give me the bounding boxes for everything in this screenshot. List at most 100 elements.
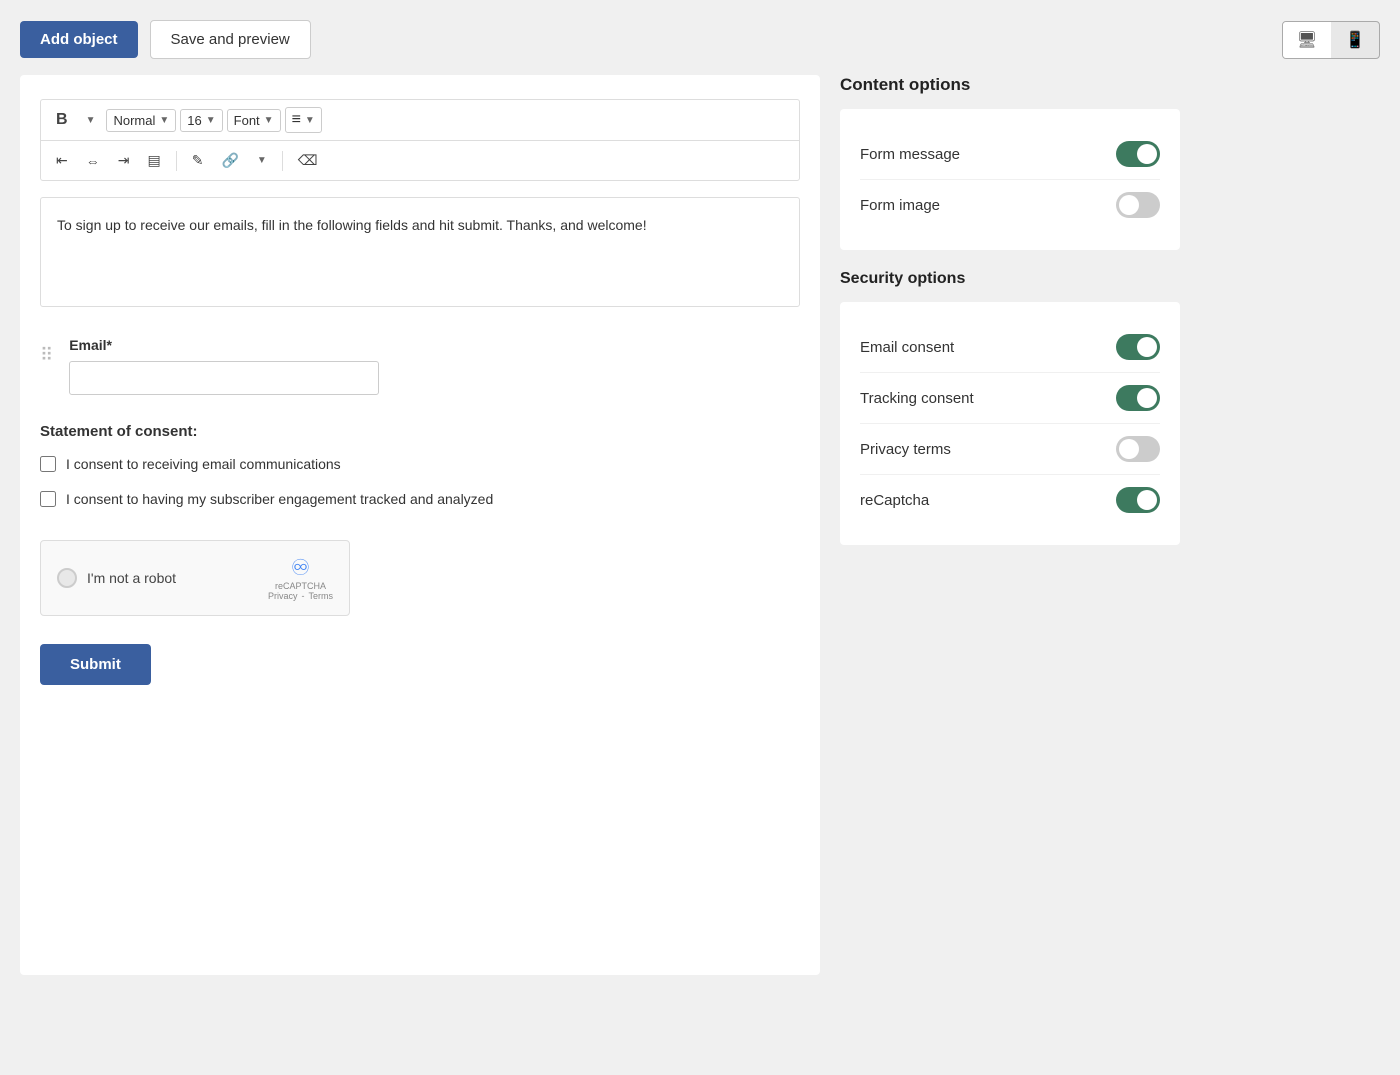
consent-label-1: I consent to receiving email communicati… bbox=[66, 454, 341, 475]
email-consent-toggle[interactable] bbox=[1116, 334, 1160, 360]
consent-label-2: I consent to having my subscriber engage… bbox=[66, 489, 493, 510]
consent-section: Statement of consent: I consent to recei… bbox=[40, 423, 800, 510]
align-justify-icon: ▤ bbox=[147, 152, 160, 169]
erase-format-button[interactable]: ⌫ bbox=[291, 147, 325, 174]
rte-separator-1 bbox=[176, 151, 177, 171]
submit-button[interactable]: Submit bbox=[40, 644, 151, 685]
recaptcha-brand-label: reCAPTCHA bbox=[268, 581, 333, 591]
align-center-icon: ⇔ bbox=[86, 153, 100, 169]
size-chevron-icon: ▼ bbox=[206, 115, 216, 126]
align-left-button[interactable]: ⇤ bbox=[49, 147, 75, 174]
main-layout: B ▼ Normal ▼ 16 ▼ Font ▼ bbox=[20, 75, 1380, 975]
form-image-toggle[interactable] bbox=[1116, 192, 1160, 218]
email-field-label: Email* bbox=[69, 337, 800, 353]
recaptcha-separator: - bbox=[302, 591, 305, 601]
recaptcha-slider bbox=[1116, 487, 1160, 513]
style-chevron-icon: ▼ bbox=[159, 115, 169, 126]
align-center-button[interactable]: ⇔ bbox=[79, 148, 107, 174]
recaptcha-option-label: reCaptcha bbox=[860, 492, 929, 509]
style-select-value: Normal bbox=[113, 113, 155, 128]
bold-dropdown-icon: ▼ bbox=[86, 115, 96, 126]
content-options-card: Form message Form image bbox=[840, 109, 1180, 250]
email-input[interactable] bbox=[69, 361, 379, 395]
content-options-title: Content options bbox=[840, 75, 1180, 95]
save-preview-button[interactable]: Save and preview bbox=[150, 20, 311, 59]
bold-dropdown-button[interactable]: ▼ bbox=[79, 110, 103, 131]
color-picker-button[interactable]: ✎ bbox=[185, 147, 211, 174]
email-consent-slider bbox=[1116, 334, 1160, 360]
drag-handle[interactable]: ⠿ bbox=[40, 345, 55, 366]
list-select[interactable]: ≡ ▼ bbox=[285, 107, 322, 133]
email-field-section: ⠿ Email* bbox=[40, 337, 800, 395]
form-image-label: Form image bbox=[860, 197, 940, 214]
recaptcha-row: reCaptcha bbox=[860, 475, 1160, 525]
recaptcha-left: I'm not a robot bbox=[57, 568, 176, 588]
color-picker-icon: ✎ bbox=[192, 152, 204, 169]
form-image-row: Form image bbox=[860, 180, 1160, 230]
desktop-view-button[interactable]: 🖥 bbox=[1283, 22, 1331, 58]
form-message-slider bbox=[1116, 141, 1160, 167]
font-select[interactable]: Font ▼ bbox=[227, 109, 281, 132]
align-left-icon: ⇤ bbox=[56, 152, 68, 169]
top-toolbar: Add object Save and preview 🖥 📱 bbox=[20, 20, 1380, 59]
security-options-card: Email consent Tracking consent Privacy t… bbox=[840, 302, 1180, 545]
list-chevron-icon: ▼ bbox=[305, 115, 315, 126]
body-text-content: To sign up to receive our emails, fill i… bbox=[57, 217, 647, 233]
tracking-consent-toggle[interactable] bbox=[1116, 385, 1160, 411]
list-icon: ≡ bbox=[292, 111, 301, 129]
form-image-slider bbox=[1116, 192, 1160, 218]
recaptcha-logo-icon: ♾ bbox=[268, 555, 333, 581]
recaptcha-label: I'm not a robot bbox=[87, 570, 176, 586]
device-toggle: 🖥 📱 bbox=[1282, 21, 1380, 59]
recaptcha-privacy-link[interactable]: Privacy bbox=[268, 591, 298, 601]
recaptcha-box: I'm not a robot ♾ reCAPTCHA Privacy - Te… bbox=[40, 540, 350, 616]
consent-checkbox-2[interactable] bbox=[40, 491, 56, 507]
recaptcha-terms-link[interactable]: Terms bbox=[309, 591, 334, 601]
size-select-value: 16 bbox=[187, 113, 201, 128]
form-message-row: Form message bbox=[860, 129, 1160, 180]
font-chevron-icon: ▼ bbox=[264, 115, 274, 126]
align-right-icon: ⇥ bbox=[118, 152, 130, 169]
erase-icon: ⌫ bbox=[298, 152, 318, 169]
security-options-title: Security options bbox=[840, 270, 1180, 288]
bold-button[interactable]: B bbox=[49, 106, 75, 134]
recaptcha-toggle[interactable] bbox=[1116, 487, 1160, 513]
recaptcha-links: Privacy - Terms bbox=[268, 591, 333, 601]
font-select-value: Font bbox=[234, 113, 260, 128]
recaptcha-checkbox[interactable] bbox=[57, 568, 77, 588]
privacy-terms-slider bbox=[1116, 436, 1160, 462]
consent-item-2: I consent to having my subscriber engage… bbox=[40, 489, 800, 510]
consent-checkbox-1[interactable] bbox=[40, 456, 56, 472]
add-object-button[interactable]: Add object bbox=[20, 21, 138, 58]
tracking-consent-label: Tracking consent bbox=[860, 390, 974, 407]
tracking-consent-row: Tracking consent bbox=[860, 373, 1160, 424]
style-select[interactable]: Normal ▼ bbox=[106, 109, 176, 132]
editor-panel: B ▼ Normal ▼ 16 ▼ Font ▼ bbox=[20, 75, 820, 975]
form-message-label: Form message bbox=[860, 146, 960, 163]
link-dropdown-button[interactable]: ▼ bbox=[250, 150, 274, 171]
consent-item-1: I consent to receiving email communicati… bbox=[40, 454, 800, 475]
privacy-terms-toggle[interactable] bbox=[1116, 436, 1160, 462]
mobile-view-button[interactable]: 📱 bbox=[1331, 22, 1379, 58]
rte-toolbar: B ▼ Normal ▼ 16 ▼ Font ▼ bbox=[40, 99, 800, 181]
link-icon: 🔗 bbox=[221, 152, 238, 169]
consent-title: Statement of consent: bbox=[40, 423, 800, 440]
rte-separator-2 bbox=[282, 151, 283, 171]
align-right-button[interactable]: ⇥ bbox=[111, 147, 137, 174]
rte-row-2: ⇤ ⇔ ⇥ ▤ ✎ 🔗 ▼ bbox=[41, 141, 799, 180]
privacy-terms-label: Privacy terms bbox=[860, 441, 951, 458]
align-justify-button[interactable]: ▤ bbox=[140, 147, 167, 174]
link-button[interactable]: 🔗 bbox=[214, 147, 245, 174]
required-marker: * bbox=[107, 337, 112, 353]
tracking-consent-slider bbox=[1116, 385, 1160, 411]
privacy-terms-row: Privacy terms bbox=[860, 424, 1160, 475]
body-text-area[interactable]: To sign up to receive our emails, fill i… bbox=[40, 197, 800, 307]
email-consent-row: Email consent bbox=[860, 322, 1160, 373]
rte-row-1: B ▼ Normal ▼ 16 ▼ Font ▼ bbox=[41, 100, 799, 141]
sidebar: Content options Form message Form image … bbox=[840, 75, 1180, 565]
link-dropdown-icon: ▼ bbox=[257, 155, 267, 166]
size-select[interactable]: 16 ▼ bbox=[180, 109, 222, 132]
email-consent-label: Email consent bbox=[860, 339, 954, 356]
form-message-toggle[interactable] bbox=[1116, 141, 1160, 167]
recaptcha-right: ♾ reCAPTCHA Privacy - Terms bbox=[268, 555, 333, 601]
